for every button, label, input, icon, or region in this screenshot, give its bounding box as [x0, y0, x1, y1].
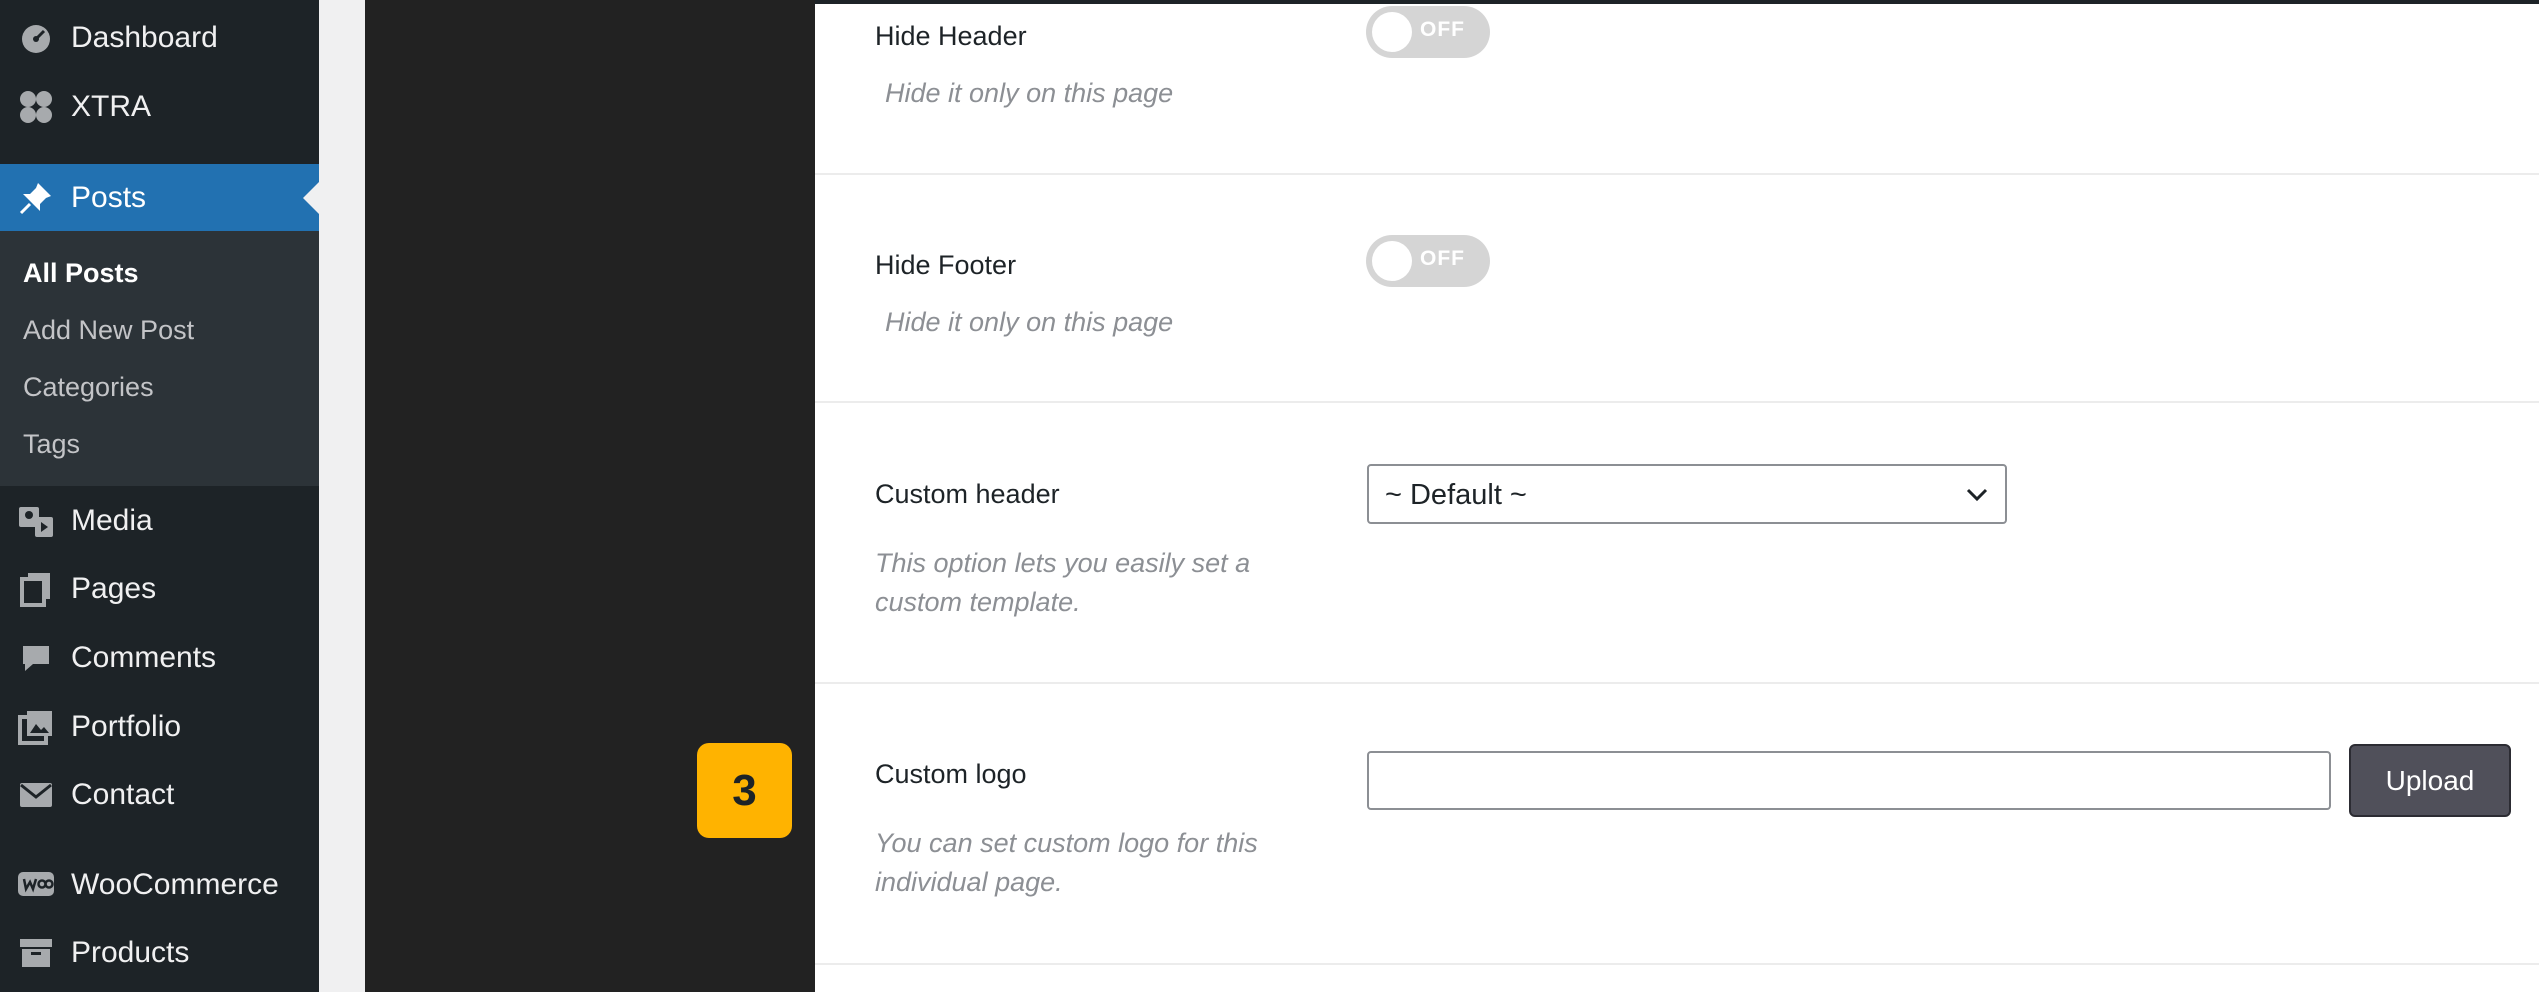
submenu-add-new-post[interactable]: Add New Post [23, 315, 194, 346]
sidebar-item-label: Products [71, 936, 190, 969]
mail-icon [16, 775, 56, 815]
admin-sidebar: Dashboard XTRA Posts All Posts Add New P… [0, 0, 319, 992]
sidebar-item-label: Portfolio [71, 710, 182, 743]
custom-logo-description: You can set custom logo for this individ… [875, 828, 1258, 897]
hide-header-label: Hide Header [875, 21, 1027, 51]
archive-icon [16, 933, 56, 973]
sidebar-item-label: Contact [71, 778, 175, 811]
sidebar-item-label: Media [71, 504, 153, 537]
hide-footer-description: Hide it only on this page [885, 307, 1174, 337]
sidebar-item-label: Posts [71, 180, 147, 214]
custom-header-description: This option lets you easily set a custom… [875, 548, 1251, 617]
hide-header-toggle[interactable]: OFF [1366, 6, 1490, 58]
sidebar-item-pages[interactable]: Pages [0, 556, 319, 622]
hide-header-description: Hide it only on this page [885, 78, 1174, 108]
toggle-knob [1372, 241, 1412, 281]
sidebar-item-label: Comments [71, 641, 217, 674]
step-badge: 3 [697, 743, 792, 838]
sidebar-item-label: XTRA [71, 90, 152, 123]
sidebar-item-portfolio[interactable]: Portfolio [0, 694, 319, 760]
woo-icon [16, 865, 56, 905]
posts-submenu: All Posts Add New Post Categories Tags [0, 231, 319, 486]
sidebar-item-woocommerce[interactable]: WooCommerce [0, 852, 319, 918]
sidebar-item-dashboard[interactable]: Dashboard [0, 5, 319, 71]
submenu-categories[interactable]: Categories [23, 372, 154, 403]
submenu-all-posts[interactable]: All Posts [23, 258, 139, 289]
portfolio-icon [16, 707, 56, 747]
dark-panel [365, 0, 815, 992]
pages-icon [16, 569, 56, 609]
sidebar-item-label: WooCommerce [71, 868, 279, 901]
sidebar-item-contact[interactable]: Contact [0, 762, 319, 828]
sidebar-item-xtra[interactable]: XTRA [0, 74, 319, 140]
media-icon [16, 501, 56, 541]
pin-icon [16, 178, 56, 218]
custom-logo-label: Custom logo [875, 759, 1027, 789]
sidebar-item-comments[interactable]: Comments [0, 625, 319, 691]
active-indicator [303, 181, 319, 214]
sidebar-item-label: Pages [71, 572, 157, 605]
sidebar-item-posts[interactable]: Posts [0, 164, 319, 231]
hide-footer-label: Hide Footer [875, 250, 1017, 280]
divider [815, 963, 2539, 965]
dashboard-icon [16, 18, 56, 58]
comment-icon [16, 638, 56, 678]
sidebar-item-media[interactable]: Media [0, 488, 319, 554]
custom-logo-input[interactable] [1367, 751, 2331, 810]
custom-header-label: Custom header [875, 479, 1060, 509]
hide-footer-toggle[interactable]: OFF [1366, 235, 1490, 287]
xtra-icon [16, 87, 56, 127]
divider [815, 173, 2539, 175]
toggle-state-label: OFF [1420, 18, 1465, 41]
chevron-down-icon [1963, 480, 1991, 508]
upload-button[interactable]: Upload [2349, 744, 2511, 817]
toggle-knob [1372, 12, 1412, 52]
sidebar-item-label: Dashboard [71, 21, 218, 54]
toggle-state-label: OFF [1420, 247, 1465, 270]
sidebar-item-products[interactable]: Products [0, 920, 319, 986]
editor-gutter [319, 0, 365, 992]
submenu-tags[interactable]: Tags [23, 429, 80, 460]
selected-value: ~ Default ~ [1385, 479, 1527, 511]
divider [815, 401, 2539, 403]
divider [815, 682, 2539, 684]
custom-header-select[interactable]: ~ Default ~ [1367, 464, 2007, 524]
